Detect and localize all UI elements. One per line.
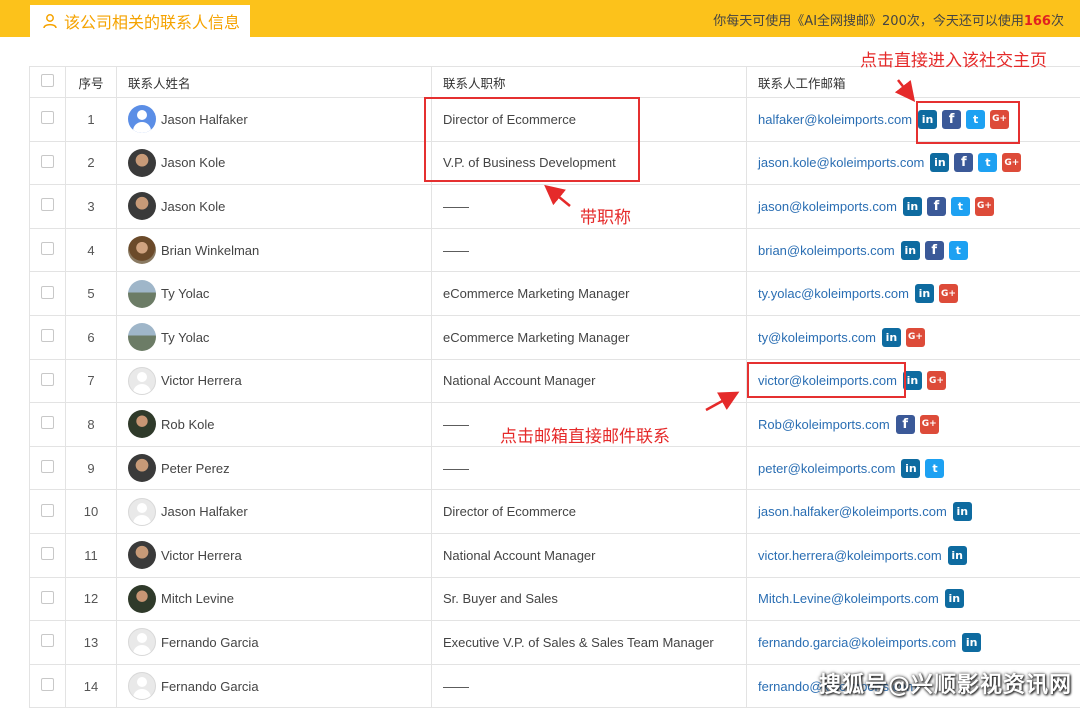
watermark: 搜狐号@兴顺影视资讯网 [819,667,1072,699]
arrow-to-social [898,80,912,98]
arrow-to-email [706,394,735,410]
annotation-arrows [0,0,1080,705]
arrow-to-title [548,188,570,206]
